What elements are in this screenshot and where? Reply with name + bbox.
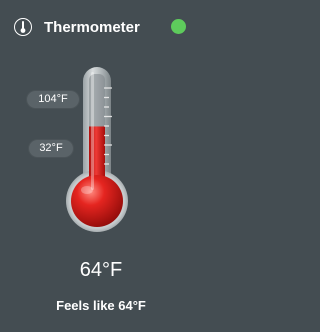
app-title: Thermometer: [44, 19, 140, 36]
header-bar: Thermometer: [0, 0, 202, 56]
mercury-bulb: [71, 175, 123, 227]
feels-like-text: Feels like 64°F: [56, 298, 146, 313]
temperature-reading: 64°F: [79, 259, 123, 281]
status-indicator: [171, 19, 186, 34]
thermometer-icon[interactable]: [14, 18, 32, 36]
thermometer-gauge: [66, 67, 128, 232]
